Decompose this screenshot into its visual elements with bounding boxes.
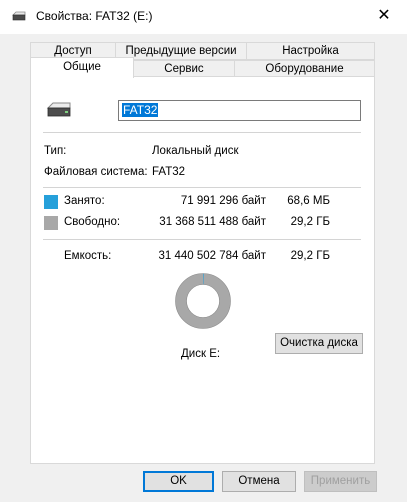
free-size: 29,2 ГБ (290, 216, 330, 228)
used-size: 68,6 МБ (287, 195, 330, 207)
tab-previous-versions[interactable]: Предыдущие версии (115, 42, 247, 60)
title-bar: Свойства: FAT32 (E:) ✕ (0, 0, 407, 34)
separator (43, 187, 361, 188)
volume-name-text: FAT32 (122, 103, 159, 117)
used-label: Занято: (64, 195, 105, 207)
volume-name-input[interactable]: FAT32 (118, 100, 361, 121)
cancel-button[interactable]: Отмена (222, 471, 296, 492)
type-label: Тип: (44, 145, 67, 157)
disk-usage-donut (175, 273, 231, 329)
apply-button[interactable]: Применить (304, 471, 377, 492)
window-title: Свойства: FAT32 (E:) (36, 9, 153, 23)
drive-icon (46, 102, 71, 117)
disk-cleanup-button[interactable]: Очистка диска (275, 333, 363, 354)
filesystem-label: Файловая система: (44, 166, 148, 178)
tab-customize[interactable]: Настройка (246, 42, 375, 60)
close-button[interactable]: ✕ (361, 0, 407, 34)
free-space-swatch (44, 216, 58, 230)
dialog-body: Доступ Предыдущие версии Настройка Серви… (0, 34, 407, 502)
free-bytes: 31 368 511 488 байт (159, 216, 266, 228)
tab-general[interactable]: Общие (30, 57, 134, 78)
capacity-bytes: 31 440 502 784 байт (158, 250, 266, 262)
filesystem-value: FAT32 (152, 166, 186, 178)
separator (43, 239, 361, 240)
general-panel: FAT32 Тип: Локальный диск Файловая систе… (30, 76, 375, 464)
capacity-size: 29,2 ГБ (290, 250, 330, 262)
used-space-swatch (44, 195, 58, 209)
free-label: Свободно: (64, 216, 121, 228)
type-value: Локальный диск (152, 145, 239, 157)
free-space-ring (175, 273, 231, 329)
separator (43, 132, 361, 133)
capacity-label: Емкость: (64, 250, 112, 262)
close-icon: ✕ (377, 7, 391, 24)
used-bytes: 71 991 296 байт (180, 195, 266, 207)
ok-button[interactable]: OK (143, 471, 214, 492)
disk-label: Диск E: (181, 348, 221, 360)
drive-icon (12, 11, 26, 21)
